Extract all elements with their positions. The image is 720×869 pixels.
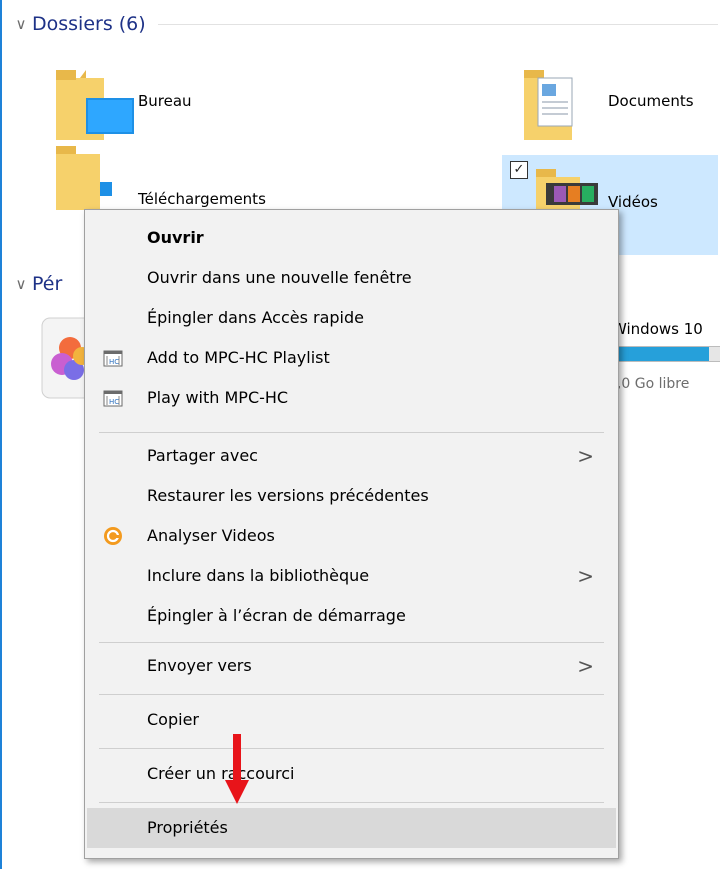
menu-item-analyser-videos[interactable]: Analyser Videos xyxy=(87,516,616,556)
menu-item-label: Add to MPC-HC Playlist xyxy=(147,348,330,367)
mpc-hc-icon: HC xyxy=(103,390,123,407)
group-divider xyxy=(157,23,718,25)
menu-item-label: Restaurer les versions précédentes xyxy=(147,486,429,505)
menu-item-label: Propriétés xyxy=(147,818,228,837)
menu-item-label: Partager avec xyxy=(147,446,258,465)
menu-item-copier[interactable]: Copier xyxy=(87,700,616,740)
menu-item-label: Inclure dans la bibliothèque xyxy=(147,566,370,585)
menu-item-label: Envoyer vers xyxy=(147,656,252,675)
folder-label: Documents xyxy=(608,92,694,110)
chevron-down-icon[interactable]: ∨ xyxy=(12,15,30,33)
chevron-right-icon: > xyxy=(577,444,594,468)
menu-item-creer-raccourci[interactable]: Créer un raccourci xyxy=(87,754,616,794)
menu-item-envoyer-vers[interactable]: Envoyer vers > xyxy=(87,646,616,686)
menu-item-label: Créer un raccourci xyxy=(147,764,295,783)
menu-item-add-mpc-playlist[interactable]: HC Add to MPC-HC Playlist xyxy=(87,338,616,378)
menu-item-label: Épingler à l’écran de démarrage xyxy=(147,606,406,625)
menu-item-label: Play with MPC-HC xyxy=(147,388,289,407)
menu-separator xyxy=(99,802,604,803)
context-menu: Ouvrir Ouvrir dans une nouvelle fenêtre … xyxy=(84,209,619,859)
menu-item-play-mpc[interactable]: HC Play with MPC-HC xyxy=(87,378,616,418)
menu-separator xyxy=(99,432,604,433)
menu-separator xyxy=(99,748,604,749)
drive-usage-bar xyxy=(608,346,720,362)
menu-item-proprietes[interactable]: Propriétés xyxy=(87,808,616,848)
chevron-right-icon: > xyxy=(577,654,594,678)
chevron-down-icon[interactable]: ∨ xyxy=(12,275,30,293)
svg-text:HC: HC xyxy=(109,398,119,406)
downloads-folder-icon xyxy=(56,146,112,210)
chevron-right-icon: > xyxy=(577,564,594,588)
menu-item-partager-avec[interactable]: Partager avec > xyxy=(87,436,616,476)
folder-tile-bureau[interactable]: Bureau xyxy=(42,60,292,152)
menu-item-label: Ouvrir xyxy=(147,228,204,247)
red-down-arrow-icon xyxy=(225,734,249,804)
menu-item-ouvrir[interactable]: Ouvrir xyxy=(87,218,616,258)
menu-item-inclure-bibliotheque[interactable]: Inclure dans la bibliothèque > xyxy=(87,556,616,596)
folders-group-header[interactable]: ∨ Dossiers (6) xyxy=(12,10,718,38)
menu-separator xyxy=(99,694,604,695)
menu-item-epingler-ecran-demarrage[interactable]: Épingler à l’écran de démarrage xyxy=(87,596,616,636)
desktop-folder-icon xyxy=(56,70,134,140)
menu-item-label: Analyser Videos xyxy=(147,526,275,545)
drive-label: Windows 10 xyxy=(612,320,703,338)
drive-free-space: 6,0 Go libre xyxy=(608,376,690,392)
menu-item-label: Épingler dans Accès rapide xyxy=(147,308,364,327)
antivirus-scan-icon xyxy=(104,527,122,545)
folders-group-title: Dossiers (6) xyxy=(32,13,146,35)
mpc-hc-icon: HC xyxy=(103,350,123,367)
drive-usage-fill xyxy=(609,347,710,361)
menu-separator xyxy=(99,642,604,643)
svg-text:HC: HC xyxy=(109,358,119,366)
folder-label: Téléchargements xyxy=(138,190,266,208)
drive-tile[interactable]: Windows 10 6,0 Go libre xyxy=(602,300,720,400)
menu-item-label: Copier xyxy=(147,710,199,729)
documents-folder-icon xyxy=(524,70,573,140)
devices-group-title: Pér xyxy=(32,273,63,295)
menu-item-ouvrir-nouvelle-fenetre[interactable]: Ouvrir dans une nouvelle fenêtre xyxy=(87,258,616,298)
menu-item-epingler-acces-rapide[interactable]: Épingler dans Accès rapide xyxy=(87,298,616,338)
folder-label: Bureau xyxy=(138,92,192,110)
menu-item-label: Ouvrir dans une nouvelle fenêtre xyxy=(147,268,412,287)
folder-tile-documents[interactable]: Documents xyxy=(502,60,718,152)
menu-item-restaurer-versions[interactable]: Restaurer les versions précédentes xyxy=(87,476,616,516)
